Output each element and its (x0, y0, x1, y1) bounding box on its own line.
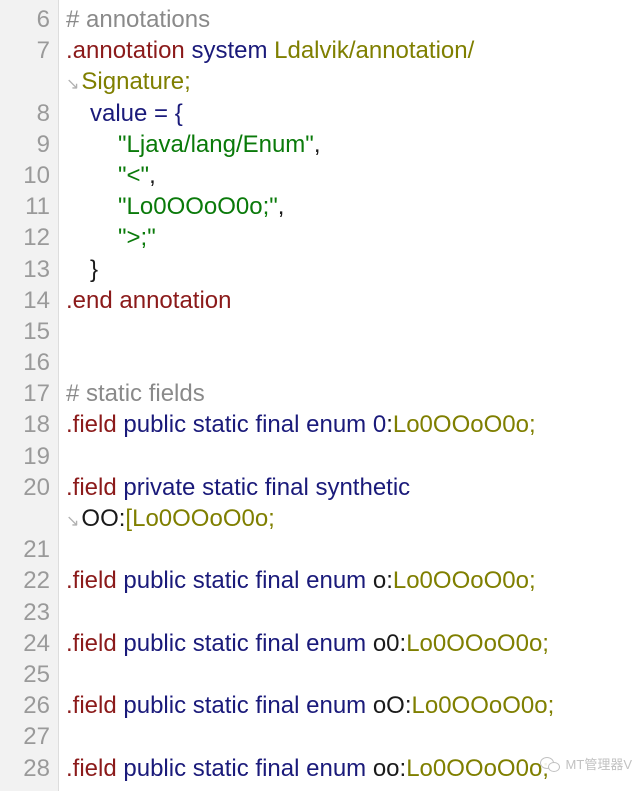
punctuation: : (404, 692, 412, 720)
line-number: 10 (23, 161, 50, 189)
type-descriptor: Lo0OOoO0o; (392, 567, 536, 595)
line-number: 22 (23, 567, 50, 595)
line-number: 23 (23, 598, 50, 626)
code-line: 9 "Ljava/lang/Enum", (0, 129, 640, 160)
code-line: 10 "<", (0, 160, 640, 191)
code-line: 17 # static fields (0, 378, 640, 409)
punctuation: , (277, 193, 285, 221)
punctuation: : (386, 411, 393, 439)
string-literal: "Ljava/lang/Enum" (118, 130, 314, 158)
line-number: 27 (23, 723, 50, 751)
line-number: 21 (23, 536, 50, 564)
field-name: o0 (372, 629, 400, 657)
comment: # static fields (66, 380, 205, 408)
code-line: 6 # annotations (0, 4, 640, 35)
code-line: 19 (0, 441, 640, 472)
type-descriptor: Lo0OOoO0o; (392, 411, 536, 439)
modifier: public static final enum (116, 411, 373, 439)
line-number: 19 (23, 442, 50, 470)
line-number: 6 (36, 6, 50, 33)
modifier: public static final enum (116, 754, 373, 782)
type-descriptor: Lo0OOoO0o; (406, 754, 549, 782)
line-number: 11 (25, 193, 50, 221)
line-number: 18 (23, 411, 50, 439)
directive: .end annotation (66, 286, 232, 314)
code-line: 27 (0, 721, 640, 752)
field-name: oo (372, 754, 400, 782)
directive: .field (66, 692, 117, 720)
punctuation: } (90, 255, 99, 283)
code-line: 25 (0, 659, 640, 690)
line-number: 13 (23, 255, 50, 283)
wrap-arrow-icon: ↘ (66, 76, 80, 94)
code-editor[interactable]: 6 # annotations 7 .annotation system Lda… (0, 0, 640, 791)
directive: .field (66, 567, 117, 595)
field-name: o (372, 567, 387, 595)
type-descriptor: Ldalvik/annotation/ (274, 37, 475, 65)
modifier: private static final synthetic (116, 473, 411, 501)
comment: # annotations (66, 6, 211, 33)
watermark-text: MT管理器V (565, 757, 632, 772)
code-line: 20 .field private static final synthetic (0, 472, 640, 503)
wechat-icon (539, 756, 562, 772)
code-line: 13 } (0, 254, 640, 285)
code-area[interactable]: 6 # annotations 7 .annotation system Lda… (0, 4, 640, 784)
string-literal: ">;" (118, 224, 156, 252)
line-number: 8 (36, 99, 50, 127)
line-number: 16 (23, 349, 50, 377)
directive: .field (66, 754, 117, 782)
line-number: 17 (23, 380, 50, 408)
field-name: OO (81, 505, 119, 532)
line-number: 14 (23, 286, 50, 314)
code-line-wrap: ↘OO:[Lo0OOoO0o; (0, 503, 640, 534)
modifier: public static final enum (116, 629, 373, 657)
directive: .field (66, 411, 117, 439)
code-line: 7 .annotation system Ldalvik/annotation/ (0, 35, 640, 66)
code-line: 16 (0, 347, 640, 378)
line-number: 26 (23, 692, 50, 720)
code-line: 26 .field public static final enum oO:Lo… (0, 690, 640, 721)
directive: .annotation (66, 37, 185, 65)
line-number: 15 (23, 317, 50, 345)
type-descriptor: Signature; (81, 68, 191, 96)
modifier: public static final enum (116, 567, 373, 595)
field-name: oO (372, 692, 405, 720)
code-line-wrap: ↘Signature; (0, 66, 640, 97)
code-line: 21 (0, 534, 640, 565)
line-number: 25 (23, 660, 50, 688)
string-literal: "<" (118, 161, 150, 189)
line-number: 20 (23, 473, 50, 501)
line-number: 12 (23, 224, 50, 252)
code-line: 12 ">;" (0, 222, 640, 253)
field-name: 0 (372, 411, 387, 439)
watermark: MT管理器V (539, 754, 632, 773)
code-line: 18 .field public static final enum 0:Lo0… (0, 409, 640, 440)
code-line: 11 "Lo0OOoO0o;", (0, 191, 640, 222)
punctuation: , (313, 130, 321, 158)
code-line: 24 .field public static final enum o0:Lo… (0, 628, 640, 659)
modifier: public static final enum (116, 692, 373, 720)
type-descriptor: Lo0OOoO0o; (411, 692, 555, 720)
wrap-arrow-icon: ↘ (66, 513, 80, 530)
modifier: system (184, 37, 275, 65)
code-line: 22 .field public static final enum o:Lo0… (0, 565, 640, 596)
directive: .field (66, 473, 117, 501)
string-literal: "Lo0OOoO0o;" (118, 193, 278, 221)
punctuation: : (386, 567, 393, 595)
code-text: value = { (90, 99, 183, 127)
line-number: 24 (23, 629, 50, 657)
code-line: 23 (0, 597, 640, 628)
line-number: 28 (23, 754, 50, 782)
type-descriptor: Lo0OOoO0o; (406, 629, 549, 657)
line-number: 7 (36, 37, 50, 65)
punctuation: , (149, 161, 156, 189)
code-line: 15 (0, 316, 640, 347)
code-line: 8 value = { (0, 98, 640, 129)
line-number: 9 (36, 130, 50, 158)
type-descriptor: [Lo0OOoO0o; (125, 505, 275, 532)
code-line: 14 .end annotation (0, 285, 640, 316)
directive: .field (66, 629, 117, 657)
